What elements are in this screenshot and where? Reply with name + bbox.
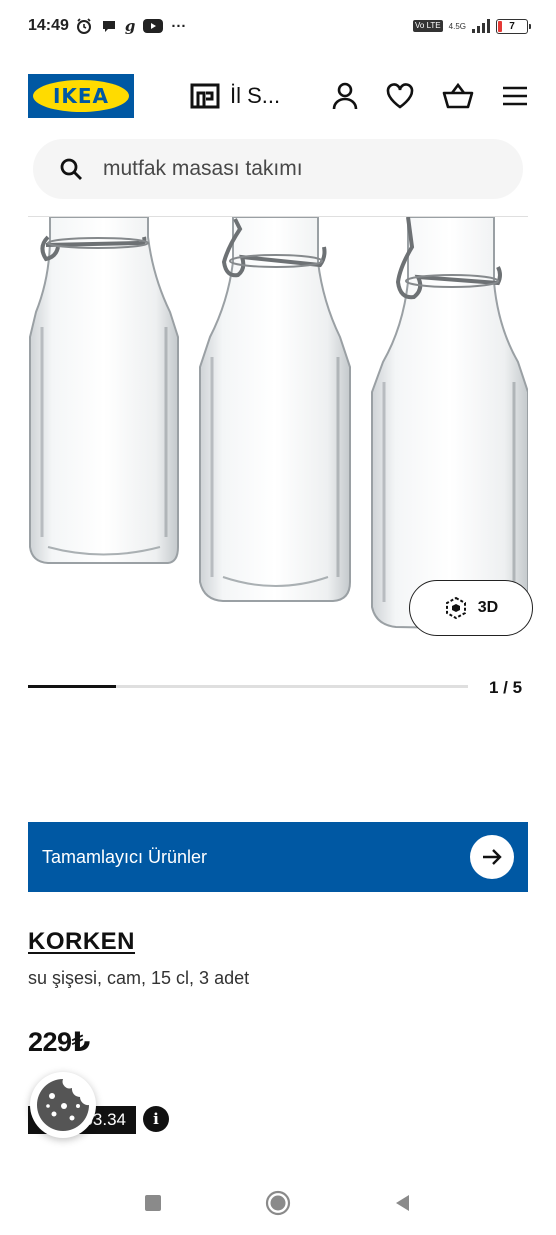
triangle-back-icon xyxy=(396,1194,409,1211)
battery-icon: 7 xyxy=(496,18,531,34)
search-input[interactable]: mutfak masası takımı xyxy=(103,157,303,181)
basket-icon[interactable] xyxy=(442,83,474,109)
gallery-progress-fill xyxy=(28,685,116,688)
signal-icon xyxy=(472,19,490,33)
menu-icon[interactable] xyxy=(502,85,528,107)
logo-text: IKEA xyxy=(52,84,110,108)
youtube-icon xyxy=(143,19,164,33)
ikea-logo[interactable]: IKEA xyxy=(28,74,134,118)
truncated-text-line xyxy=(28,1161,408,1167)
cookie-icon xyxy=(37,1079,89,1131)
chat-icon xyxy=(102,21,115,32)
volte-icon: Vo LTE xyxy=(413,20,443,32)
status-system-icons: Vo LTE 4.5G 7 xyxy=(413,18,531,34)
arrow-right-icon xyxy=(483,849,502,865)
search-bar[interactable]: mutfak masası takımı xyxy=(33,139,523,199)
user-icon[interactable] xyxy=(332,82,358,110)
store-selector[interactable]: İl S... xyxy=(190,83,280,109)
view-3d-label: 3D xyxy=(477,599,499,616)
store-label: İl S... xyxy=(230,83,281,108)
circle-icon xyxy=(265,1190,291,1215)
system-navigation-bar xyxy=(0,1170,556,1235)
bottle-3 xyxy=(371,217,528,631)
product-name[interactable]: KORKEN xyxy=(28,928,135,956)
search-icon xyxy=(60,158,82,180)
product-description: su şişesi, cam, 15 cl, 3 adet xyxy=(28,968,250,988)
complementary-products-label: Tamamlayıcı Ürünler xyxy=(42,846,208,867)
status-time: 14:49 xyxy=(28,17,69,34)
store-icon xyxy=(190,83,220,109)
back-button[interactable] xyxy=(341,1193,466,1213)
heart-icon[interactable] xyxy=(386,83,414,109)
info-icon: i xyxy=(153,1110,159,1128)
more-notifications: ··· xyxy=(171,17,187,35)
bottle-2 xyxy=(199,217,351,602)
header-actions xyxy=(332,82,528,110)
product-price: 229₺ xyxy=(28,1027,90,1057)
app-g-icon: g xyxy=(124,17,136,35)
complementary-products-arrow-button[interactable] xyxy=(470,835,514,879)
complementary-products-banner[interactable]: Tamamlayıcı Ürünler xyxy=(28,822,528,892)
gallery-page-indicator: 1 / 5 xyxy=(489,678,523,697)
gallery-progress[interactable] xyxy=(28,685,468,688)
view-3d-button[interactable]: 3D xyxy=(409,580,533,636)
bottle-1 xyxy=(29,217,179,564)
cookie-consent-button[interactable] xyxy=(30,1072,96,1138)
status-notification-icons: g ··· xyxy=(75,17,187,35)
home-button[interactable] xyxy=(216,1189,341,1217)
battery-level: 7 xyxy=(509,20,515,32)
site-header: IKEA İl S... xyxy=(28,72,528,120)
network-type: 4.5G xyxy=(448,21,466,31)
alarm-icon xyxy=(76,18,91,34)
status-bar: 14:49 g ··· Vo LTE 4.5G 7 xyxy=(0,0,556,52)
price-info-button[interactable]: i xyxy=(143,1106,169,1132)
recent-apps-button[interactable] xyxy=(91,1193,216,1213)
square-icon xyxy=(145,1194,161,1211)
cube-3d-icon xyxy=(445,596,466,620)
